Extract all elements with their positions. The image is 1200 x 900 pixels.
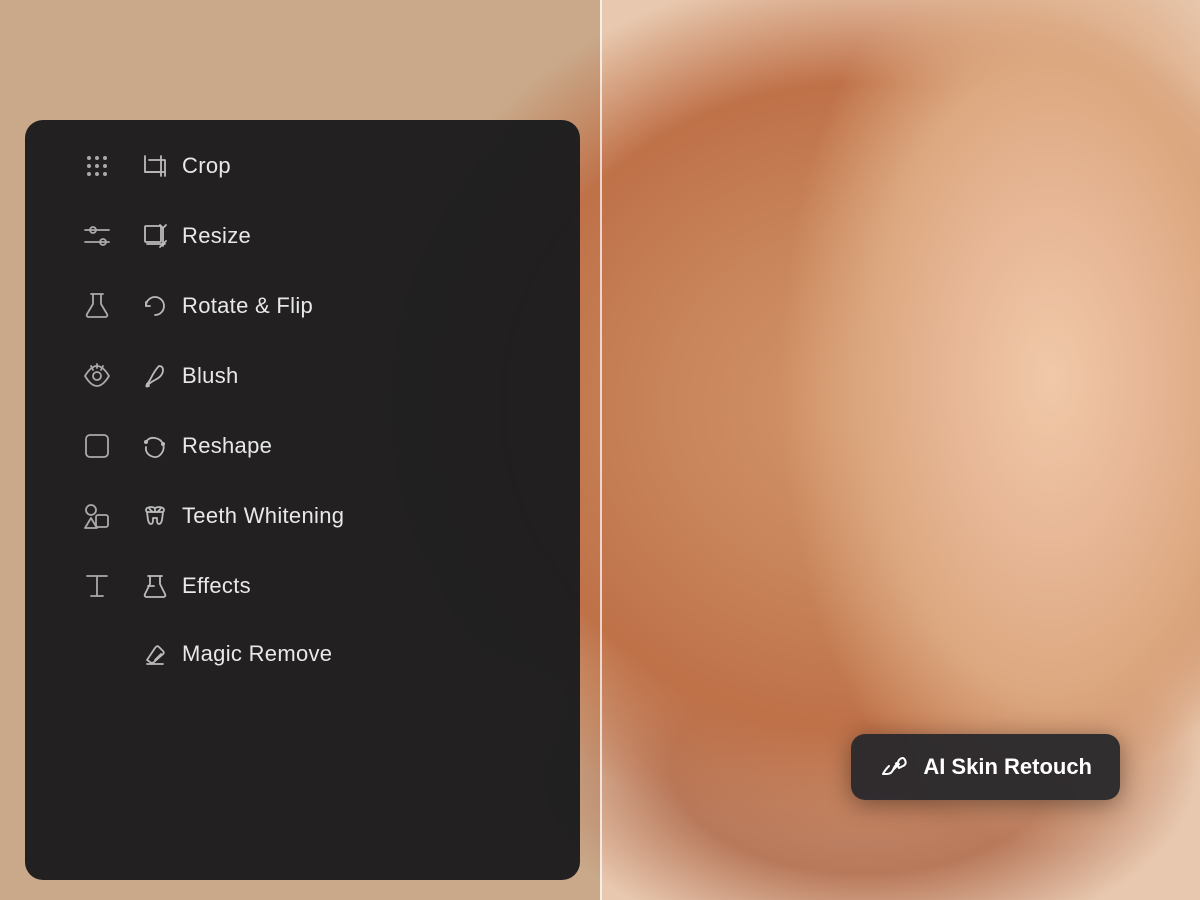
teeth-whitening-label: Teeth Whitening [182, 503, 344, 529]
rotate-flip-label: Rotate & Flip [182, 293, 313, 319]
teeth-tool-icon [141, 502, 169, 530]
rotate-tool-icon [141, 292, 169, 320]
ai-badge-icon [879, 752, 909, 782]
frame-icon [81, 430, 113, 462]
ai-badge-label: AI Skin Retouch [923, 754, 1092, 780]
magic-remove-tool-icon [141, 640, 169, 668]
tool-crop[interactable]: Crop [37, 132, 568, 200]
tool-teeth-whitening[interactable]: Teeth Whitening [37, 482, 568, 550]
tool-resize[interactable]: Resize [37, 202, 568, 270]
resize-tool-icon [141, 222, 169, 250]
ai-skin-retouch-badge[interactable]: AI Skin Retouch [851, 734, 1120, 800]
resize-label: Resize [182, 223, 251, 249]
tool-magic-remove[interactable]: Magic Remove [37, 622, 568, 686]
tool-rotate-flip[interactable]: Rotate & Flip [37, 272, 568, 340]
sliders-icon [81, 220, 113, 252]
blush-label: Blush [182, 363, 239, 389]
reshape-tool-icon [141, 432, 169, 460]
tool-blush[interactable]: Blush [37, 342, 568, 410]
text-icon [81, 570, 113, 602]
effects-label: Effects [182, 573, 251, 599]
flask-icon [81, 290, 113, 322]
crop-label: Crop [182, 153, 231, 179]
eye-icon [81, 360, 113, 392]
tools-panel: Crop Resize [25, 120, 580, 880]
grid-icon [81, 150, 113, 182]
reshape-label: Reshape [182, 433, 272, 459]
before-after-divider [600, 0, 602, 900]
shapes-icon [81, 500, 113, 532]
magic-remove-label: Magic Remove [182, 641, 332, 667]
tool-effects[interactable]: Effects [37, 552, 568, 620]
crop-tool-icon [141, 152, 169, 180]
effects-tool-icon [141, 572, 169, 600]
blush-tool-icon [141, 362, 169, 390]
tool-reshape[interactable]: Reshape [37, 412, 568, 480]
